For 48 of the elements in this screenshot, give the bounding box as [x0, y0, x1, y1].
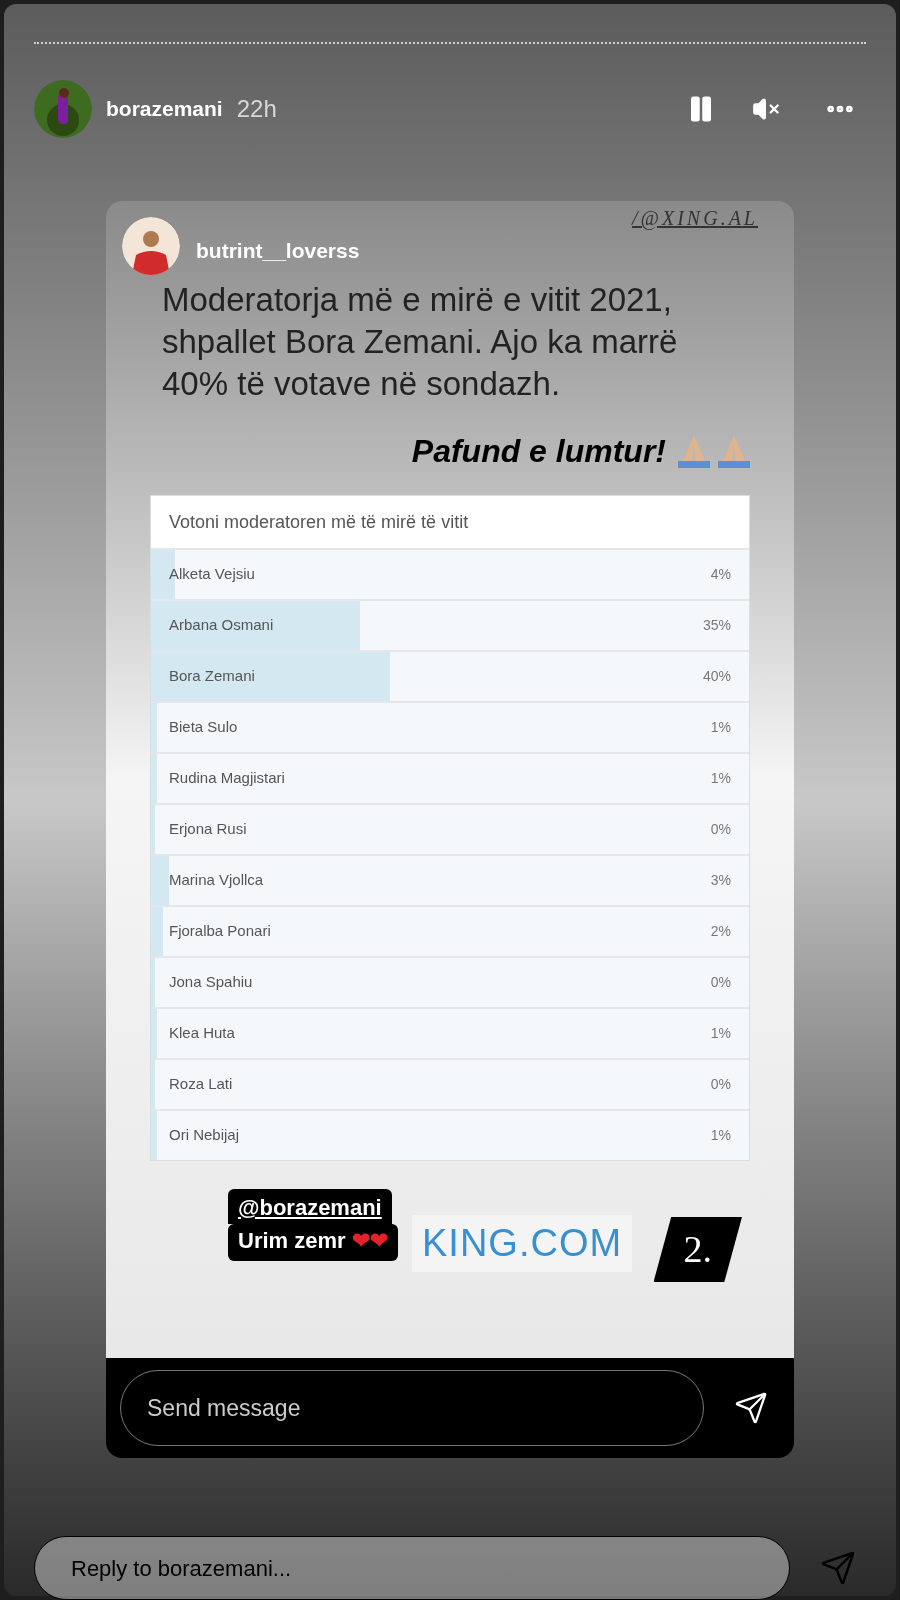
option-percent: 1%: [710, 718, 731, 737]
option-name: Jona Spahiu: [169, 972, 253, 993]
poll-option[interactable]: Bora Zemani 40%: [151, 650, 749, 701]
option-percent: 0%: [710, 973, 731, 992]
option-percent: 4%: [710, 565, 731, 584]
option-name: Bieta Sulo: [169, 717, 238, 738]
poll-option[interactable]: Marina Vjollca 3%: [151, 854, 749, 905]
option-percent: 1%: [710, 1126, 731, 1145]
reply-field[interactable]: Reply to borazemani...: [34, 1536, 790, 1600]
option-percent: 0%: [710, 1075, 731, 1094]
option-name: Roza Lati: [169, 1074, 233, 1095]
poll-option[interactable]: Fjoralba Ponari 2%: [151, 905, 749, 956]
option-name: Alketa Vejsiu: [169, 564, 255, 585]
mention-text: Urim zemr ❤❤: [228, 1224, 398, 1261]
caption-text: Pafund e lumtur!: [411, 432, 666, 471]
option-percent: 1%: [710, 769, 731, 788]
option-name: Ori Nebijaj: [169, 1125, 240, 1146]
option-percent: 35%: [702, 616, 731, 635]
number-badge: 2.: [653, 1217, 742, 1282]
option-percent: 1%: [710, 1024, 731, 1043]
poll-title: Votoni moderatoren më të mirë të vitit: [168, 510, 470, 534]
watermark-handle: /@XING.AL: [632, 206, 758, 232]
option-percent: 0%: [710, 820, 731, 839]
option-name: Erjona Rusi: [169, 819, 247, 840]
post-time: 22h: [236, 94, 277, 124]
option-name: Fjoralba Ponari: [169, 921, 271, 942]
option-percent: 3%: [710, 871, 731, 890]
poll-option[interactable]: Ori Nebijaj 1%: [151, 1109, 749, 1160]
poll-option[interactable]: Roza Lati 0%: [151, 1058, 749, 1109]
site-text: KING.COM: [412, 1215, 633, 1272]
poll-option[interactable]: Bieta Sulo 1%: [151, 701, 749, 752]
username[interactable]: borazemani: [106, 93, 223, 125]
option-percent: 2%: [710, 922, 731, 941]
option-name: Arbana Osmani: [169, 615, 274, 636]
poll-option[interactable]: Klea Huta 1%: [151, 1007, 749, 1058]
headline-text: Moderatorja më e mirë e vitit 2021, shpallet Bora Zemani. Ajo ka marrë 40% të votave në sondazh.: [162, 280, 679, 404]
poll-option[interactable]: Erjona Rusi 0%: [151, 803, 749, 854]
option-name: Marina Vjollca: [169, 870, 264, 891]
option-name: Klea Huta: [169, 1023, 235, 1044]
option-name: Bora Zemani: [169, 666, 255, 687]
poll-option[interactable]: Jona Spahiu 0%: [151, 956, 749, 1007]
poll-option[interactable]: Rudina Magjistari 1%: [151, 752, 749, 803]
option-name: Rudina Magjistari: [169, 768, 285, 789]
poll-option[interactable]: Arbana Osmani 35%: [151, 599, 749, 650]
post-username: butrint__loverss: [196, 238, 360, 264]
mention-link[interactable]: @borazemani: [228, 1189, 392, 1224]
poll-option[interactable]: Alketa Vejsiu 4%: [151, 548, 749, 599]
option-percent: 40%: [702, 667, 731, 686]
